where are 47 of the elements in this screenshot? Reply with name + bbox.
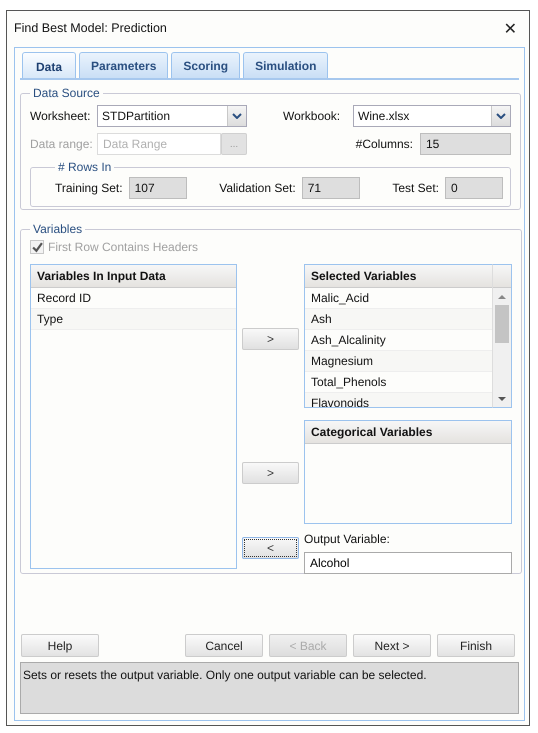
- field-label: Output Variable:: [304, 532, 391, 548]
- scrollbar[interactable]: [492, 264, 512, 408]
- field-label: Data range:: [30, 137, 94, 151]
- scroll-down-icon[interactable]: [497, 394, 507, 404]
- list-header: Variables In Input Data: [31, 265, 236, 288]
- group-title: # Rows In: [57, 160, 112, 174]
- list-item[interactable]: Magnesium: [305, 351, 492, 372]
- list-header: Selected Variables: [305, 265, 492, 288]
- close-button[interactable]: ✕: [502, 18, 519, 38]
- output-variable-field[interactable]: Alcohol: [304, 552, 512, 574]
- tab[interactable]: Simulation: [243, 52, 328, 78]
- status-message: Sets or resets the output variable. Only one output variable can be selected.: [20, 662, 519, 714]
- chevron-down-icon: [496, 113, 506, 119]
- tab[interactable]: Scoring: [171, 52, 240, 78]
- group-title: Data Source: [32, 86, 101, 100]
- field-label: Workbook:: [283, 109, 342, 123]
- list-header: [493, 265, 511, 288]
- list-header: Categorical Variables: [305, 421, 511, 444]
- dialog-button[interactable]: Next >: [353, 634, 431, 657]
- scroll-thumb[interactable]: [495, 305, 509, 343]
- list-item[interactable]: Ash: [305, 309, 492, 330]
- field-label: Validation Set:: [219, 181, 296, 195]
- field-label: Worksheet:: [30, 109, 92, 123]
- tab[interactable]: Data: [22, 52, 76, 78]
- count-field: 71: [302, 177, 360, 199]
- scroll-up-icon[interactable]: [497, 292, 507, 302]
- count-field: 0: [445, 177, 503, 199]
- dialog-button[interactable]: Help: [21, 634, 99, 657]
- columns-field: 15: [420, 133, 511, 155]
- move-button[interactable]: <: [242, 537, 299, 559]
- group-title: Variables: [32, 222, 84, 236]
- dialog-button[interactable]: Finish: [437, 634, 515, 657]
- checkbox-label: First Row Contains Headers: [48, 240, 198, 254]
- count-field: 107: [128, 177, 187, 199]
- tab[interactable]: Parameters: [79, 52, 168, 78]
- dialog-button[interactable]: Cancel: [185, 634, 263, 657]
- window-title: Find Best Model: Prediction: [14, 21, 167, 35]
- field-label: Test Set:: [392, 181, 439, 195]
- move-button[interactable]: >: [242, 462, 299, 484]
- list-item[interactable]: Type: [31, 309, 236, 330]
- worksheet-dropdown[interactable]: STDPartition: [97, 105, 247, 127]
- workbook-dropdown[interactable]: Wine.xlsx: [353, 105, 511, 127]
- chevron-down-icon: [232, 113, 242, 119]
- field-label: #Columns:: [356, 137, 413, 151]
- list-item[interactable]: Flavonoids: [305, 393, 492, 407]
- move-button[interactable]: >: [242, 328, 299, 350]
- field-label: Training Set:: [55, 181, 123, 195]
